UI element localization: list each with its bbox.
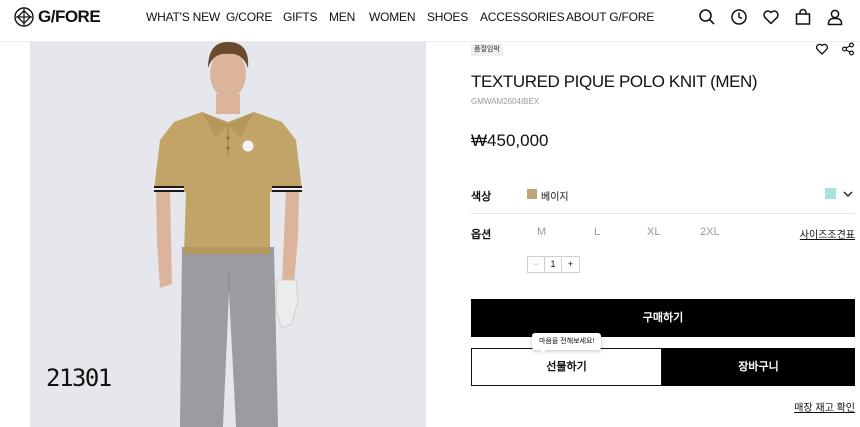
brand-name: G/FORE — [38, 7, 101, 26]
header-icons — [684, 8, 844, 26]
product-price: ₩450,000 — [471, 131, 549, 150]
buy-now-button[interactable]: 구매하기 — [471, 299, 855, 337]
size-option-m[interactable]: M — [537, 226, 546, 238]
size-guide-link[interactable]: 사이즈조견표 — [800, 226, 855, 241]
chevron-down-icon[interactable] — [842, 188, 854, 200]
product-number-overlay: 21301 — [46, 364, 112, 392]
nav-women[interactable]: WOMEN — [369, 10, 416, 24]
divider — [471, 213, 855, 214]
selected-color-swatch — [527, 189, 537, 199]
product-info-panel: 품절임박 TEXTURED PIQUE POLO KNIT (MEN) GMWA… — [471, 42, 855, 427]
nav-shoes[interactable]: SHOES — [427, 10, 468, 24]
nav-g-core[interactable]: G/CORE — [226, 10, 272, 24]
size-option-2xl[interactable]: 2XL — [700, 226, 720, 238]
product-code: GMWAM2604IBEX — [471, 97, 540, 106]
tooltip-arrow — [538, 348, 548, 353]
nav-whats-new[interactable]: WHAT'S NEW — [146, 10, 220, 24]
product-image: 21301 — [30, 42, 426, 427]
selected-color-name: 베이지 — [541, 192, 569, 203]
product-action-icons — [803, 42, 855, 56]
quantity-decrease-button[interactable]: − — [528, 257, 545, 272]
quantity-value[interactable]: 1 — [545, 257, 562, 272]
wishlist-heart-icon[interactable] — [815, 42, 829, 56]
brand-logo-icon — [14, 7, 34, 27]
site-header: G/FORE WHAT'S NEW G/CORE GIFTS MEN WOMEN… — [0, 0, 860, 42]
wishlist-heart-icon[interactable] — [762, 8, 780, 26]
stock-status-badge: 품절임박 — [471, 44, 503, 56]
quantity-stepper: − 1 + — [527, 256, 580, 273]
search-icon[interactable] — [698, 8, 716, 26]
account-icon[interactable] — [826, 8, 844, 26]
recent-history-icon[interactable] — [730, 8, 748, 26]
gift-button[interactable]: 선물하기 — [471, 348, 662, 386]
store-stock-check-link[interactable]: 매장 재고 확인 — [794, 399, 855, 414]
nav-gifts[interactable]: GIFTS — [283, 10, 318, 24]
color-label: 색상 — [471, 191, 492, 203]
nav-accessories[interactable]: ACCESSORIES — [480, 10, 565, 24]
nav-about-gfore[interactable]: ABOUT G/FORE — [566, 10, 654, 24]
brand-logo[interactable]: G/FORE — [14, 7, 101, 27]
product-title: TEXTURED PIQUE POLO KNIT (MEN) — [471, 72, 758, 91]
share-icon[interactable] — [841, 42, 855, 56]
add-to-cart-button[interactable]: 장바구니 — [662, 348, 855, 386]
nav-men[interactable]: MEN — [329, 10, 355, 24]
shopping-bag-icon[interactable] — [794, 8, 812, 26]
size-option-l[interactable]: L — [594, 226, 600, 238]
quantity-increase-button[interactable]: + — [562, 257, 579, 272]
alt-color-swatch[interactable] — [825, 188, 836, 199]
size-option-xl[interactable]: XL — [647, 226, 660, 238]
option-label: 옵션 — [471, 229, 492, 241]
